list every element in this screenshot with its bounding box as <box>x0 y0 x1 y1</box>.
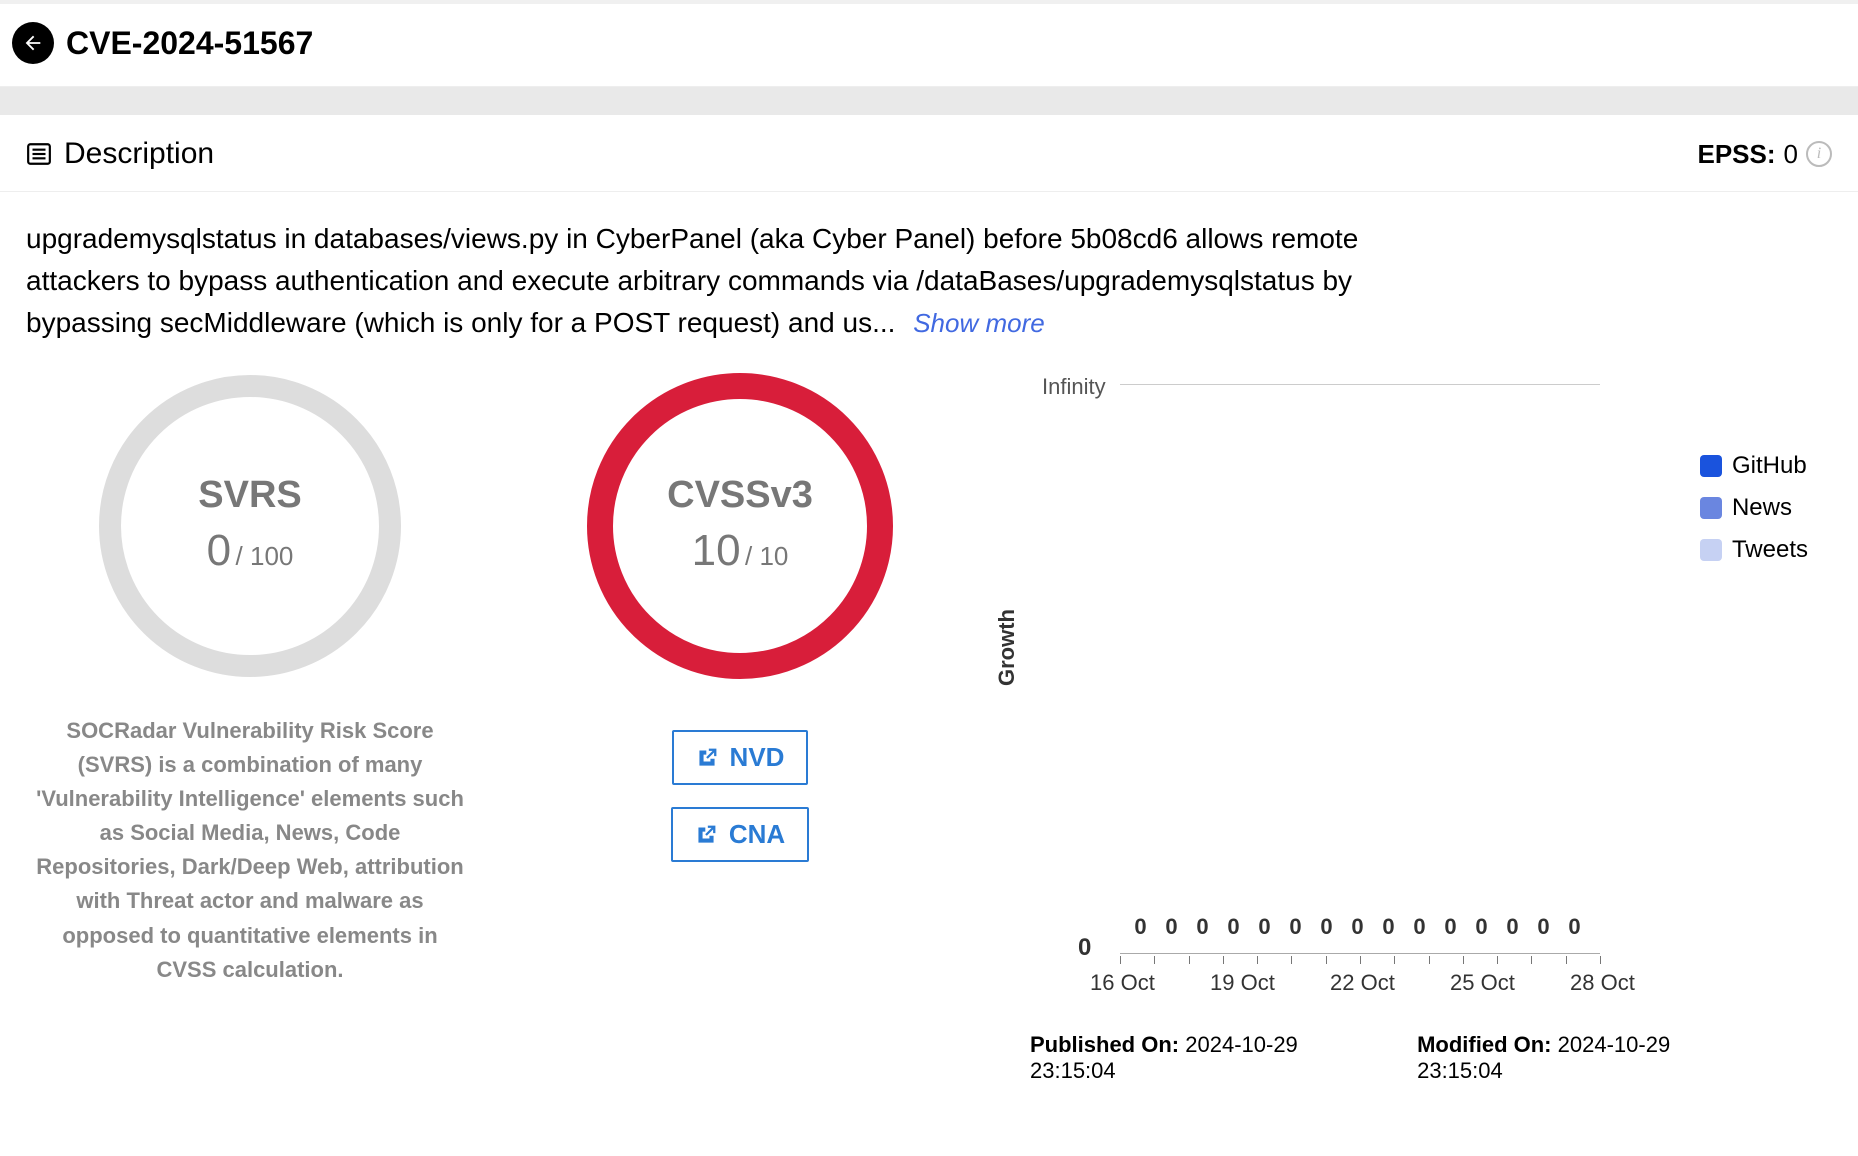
description-heading: Description <box>64 137 214 171</box>
cvss-gauge: CVSSv3 10 / 10 <box>580 366 900 686</box>
y-zero-label: 0 <box>1078 934 1091 962</box>
cvss-label: CVSSv3 <box>580 474 900 517</box>
svrs-gauge: SVRS 0 / 100 <box>90 366 410 686</box>
legend-label: GitHub <box>1732 452 1807 480</box>
description-text: upgrademysqlstatus in databases/views.py… <box>26 223 1358 338</box>
data-point-label: 0 <box>1378 914 1399 940</box>
epss-label: EPSS: <box>1698 139 1776 170</box>
svrs-max: / 100 <box>236 541 294 571</box>
svrs-description: SOCRadar Vulnerability Risk Score (SVRS)… <box>30 714 470 987</box>
cna-label: CNA <box>729 819 785 850</box>
legend-item-github[interactable]: GitHub <box>1700 452 1808 480</box>
data-point-label: 0 <box>1502 914 1523 940</box>
data-point-label: 0 <box>1533 914 1554 940</box>
svrs-label: SVRS <box>90 474 410 517</box>
data-point-label: 0 <box>1192 914 1213 940</box>
nvd-label: NVD <box>730 742 785 773</box>
external-link-icon <box>695 824 717 846</box>
epss-value: 0 <box>1784 139 1798 170</box>
data-point-label: 0 <box>1285 914 1306 940</box>
data-point-label: 0 <box>1347 914 1368 940</box>
y-axis-label: Growth <box>994 609 1020 686</box>
x-tick-label: 16 Oct <box>1090 970 1155 996</box>
legend-swatch <box>1700 539 1722 561</box>
show-more-link[interactable]: Show more <box>913 308 1045 338</box>
cve-title: CVE-2024-51567 <box>66 25 313 62</box>
data-point-label: 0 <box>1471 914 1492 940</box>
list-icon <box>26 141 52 167</box>
published-label: Published On: <box>1030 1032 1179 1057</box>
legend-item-news[interactable]: News <box>1700 494 1808 522</box>
nvd-link[interactable]: NVD <box>672 730 809 785</box>
arrow-left-icon <box>22 32 44 54</box>
legend-swatch <box>1700 497 1722 519</box>
data-point-label: 0 <box>1409 914 1430 940</box>
x-tick-label: 28 Oct <box>1570 970 1635 996</box>
data-point-label: 0 <box>1161 914 1182 940</box>
legend-swatch <box>1700 455 1722 477</box>
data-point-label: 0 <box>1440 914 1461 940</box>
legend-label: News <box>1732 494 1792 522</box>
external-link-icon <box>696 747 718 769</box>
svrs-value: 0 <box>207 526 231 575</box>
data-point-label: 0 <box>1254 914 1275 940</box>
x-tick-label: 22 Oct <box>1330 970 1395 996</box>
data-point-label: 0 <box>1564 914 1585 940</box>
info-icon[interactable]: i <box>1806 141 1832 167</box>
legend-label: Tweets <box>1732 536 1808 564</box>
chart-legend: GitHub News Tweets <box>1700 452 1808 564</box>
legend-item-tweets[interactable]: Tweets <box>1700 536 1808 564</box>
data-point-label: 0 <box>1130 914 1151 940</box>
modified-label: Modified On: <box>1417 1032 1551 1057</box>
growth-chart: Infinity Growth 0 000000000000000 16 Oct… <box>1000 366 1838 987</box>
cna-link[interactable]: CNA <box>671 807 809 862</box>
cvss-value: 10 <box>692 526 741 575</box>
back-button[interactable] <box>12 22 54 64</box>
data-point-label: 0 <box>1223 914 1244 940</box>
y-top-label: Infinity <box>1042 374 1106 400</box>
data-point-label: 0 <box>1316 914 1337 940</box>
cvss-max: / 10 <box>745 541 788 571</box>
x-tick-label: 25 Oct <box>1450 970 1515 996</box>
x-tick-label: 19 Oct <box>1210 970 1275 996</box>
